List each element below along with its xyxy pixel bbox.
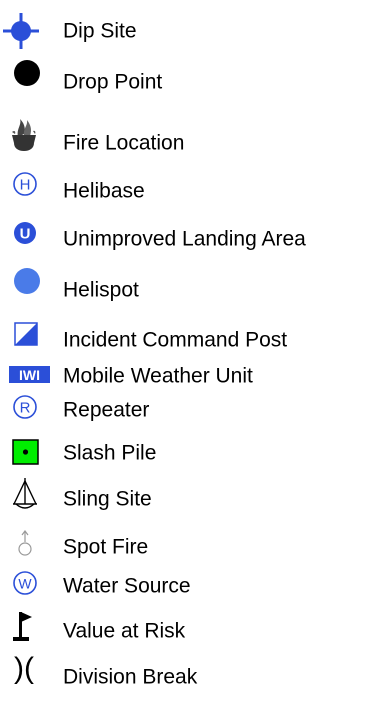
legend-label: Incident Command Post [63,328,288,352]
legend-item-spot-fire: Spot Fire [0,529,373,569]
legend-label: Helibase [63,179,145,203]
legend-label: Unimproved Landing Area [63,227,306,251]
legend-item-repeater: R Repeater [0,393,373,433]
legend-label: Division Break [63,665,198,689]
slash-pile-icon [0,437,44,482]
repeater-icon: R [0,393,44,438]
svg-text:)(: )( [14,653,34,685]
sling-site-icon [0,478,44,523]
legend-item-division-break: )( Division Break [0,652,373,693]
legend-label: Drop Point [63,70,163,94]
map-symbol-legend: Dip Site Drop Point Fire Location H Heli… [0,0,373,707]
legend-item-helispot: Helispot [0,263,373,303]
legend-item-slash-pile: Slash Pile [0,437,373,477]
legend-label: Dip Site [63,19,137,43]
legend-item-water-source: W Water Source [0,569,373,609]
legend-label: Helispot [63,278,139,302]
helispot-icon [0,263,44,308]
legend-label: Spot Fire [63,535,149,559]
water-source-icon: W [0,569,44,614]
legend-label: Slash Pile [63,441,157,465]
unimproved-landing-area-icon: U [0,219,44,264]
legend-item-sling-site: Sling Site [0,478,373,518]
legend-item-value-at-risk: Value at Risk [0,609,373,649]
helibase-icon: H [0,170,44,215]
drop-point-icon [0,55,44,100]
legend-item-helibase: H Helibase [0,170,373,210]
incident-command-post-icon [0,321,44,366]
legend-label: Repeater [63,398,150,422]
svg-text:U: U [20,226,31,243]
value-at-risk-icon [0,609,44,654]
legend-label: Sling Site [63,487,152,511]
legend-item-unimproved-landing-area: U Unimproved Landing Area [0,219,373,259]
legend-item-dip-site: Dip Site [0,13,373,53]
legend-item-incident-command-post: Incident Command Post [0,321,373,361]
svg-text:H: H [20,177,31,194]
legend-item-fire-location: Fire Location [0,115,373,155]
fire-location-icon [0,115,44,160]
legend-label: Value at Risk [63,619,186,643]
division-break-icon: )( [0,652,50,698]
svg-text:IWI: IWI [19,367,40,383]
legend-item-drop-point: Drop Point [0,55,373,95]
legend-label: Mobile Weather Unit [63,364,253,388]
legend-label: Fire Location [63,131,185,155]
legend-label: Water Source [63,574,191,598]
svg-text:W: W [18,576,32,592]
svg-text:R: R [20,400,31,417]
dip-site-icon [0,13,44,58]
spot-fire-icon [0,529,44,574]
